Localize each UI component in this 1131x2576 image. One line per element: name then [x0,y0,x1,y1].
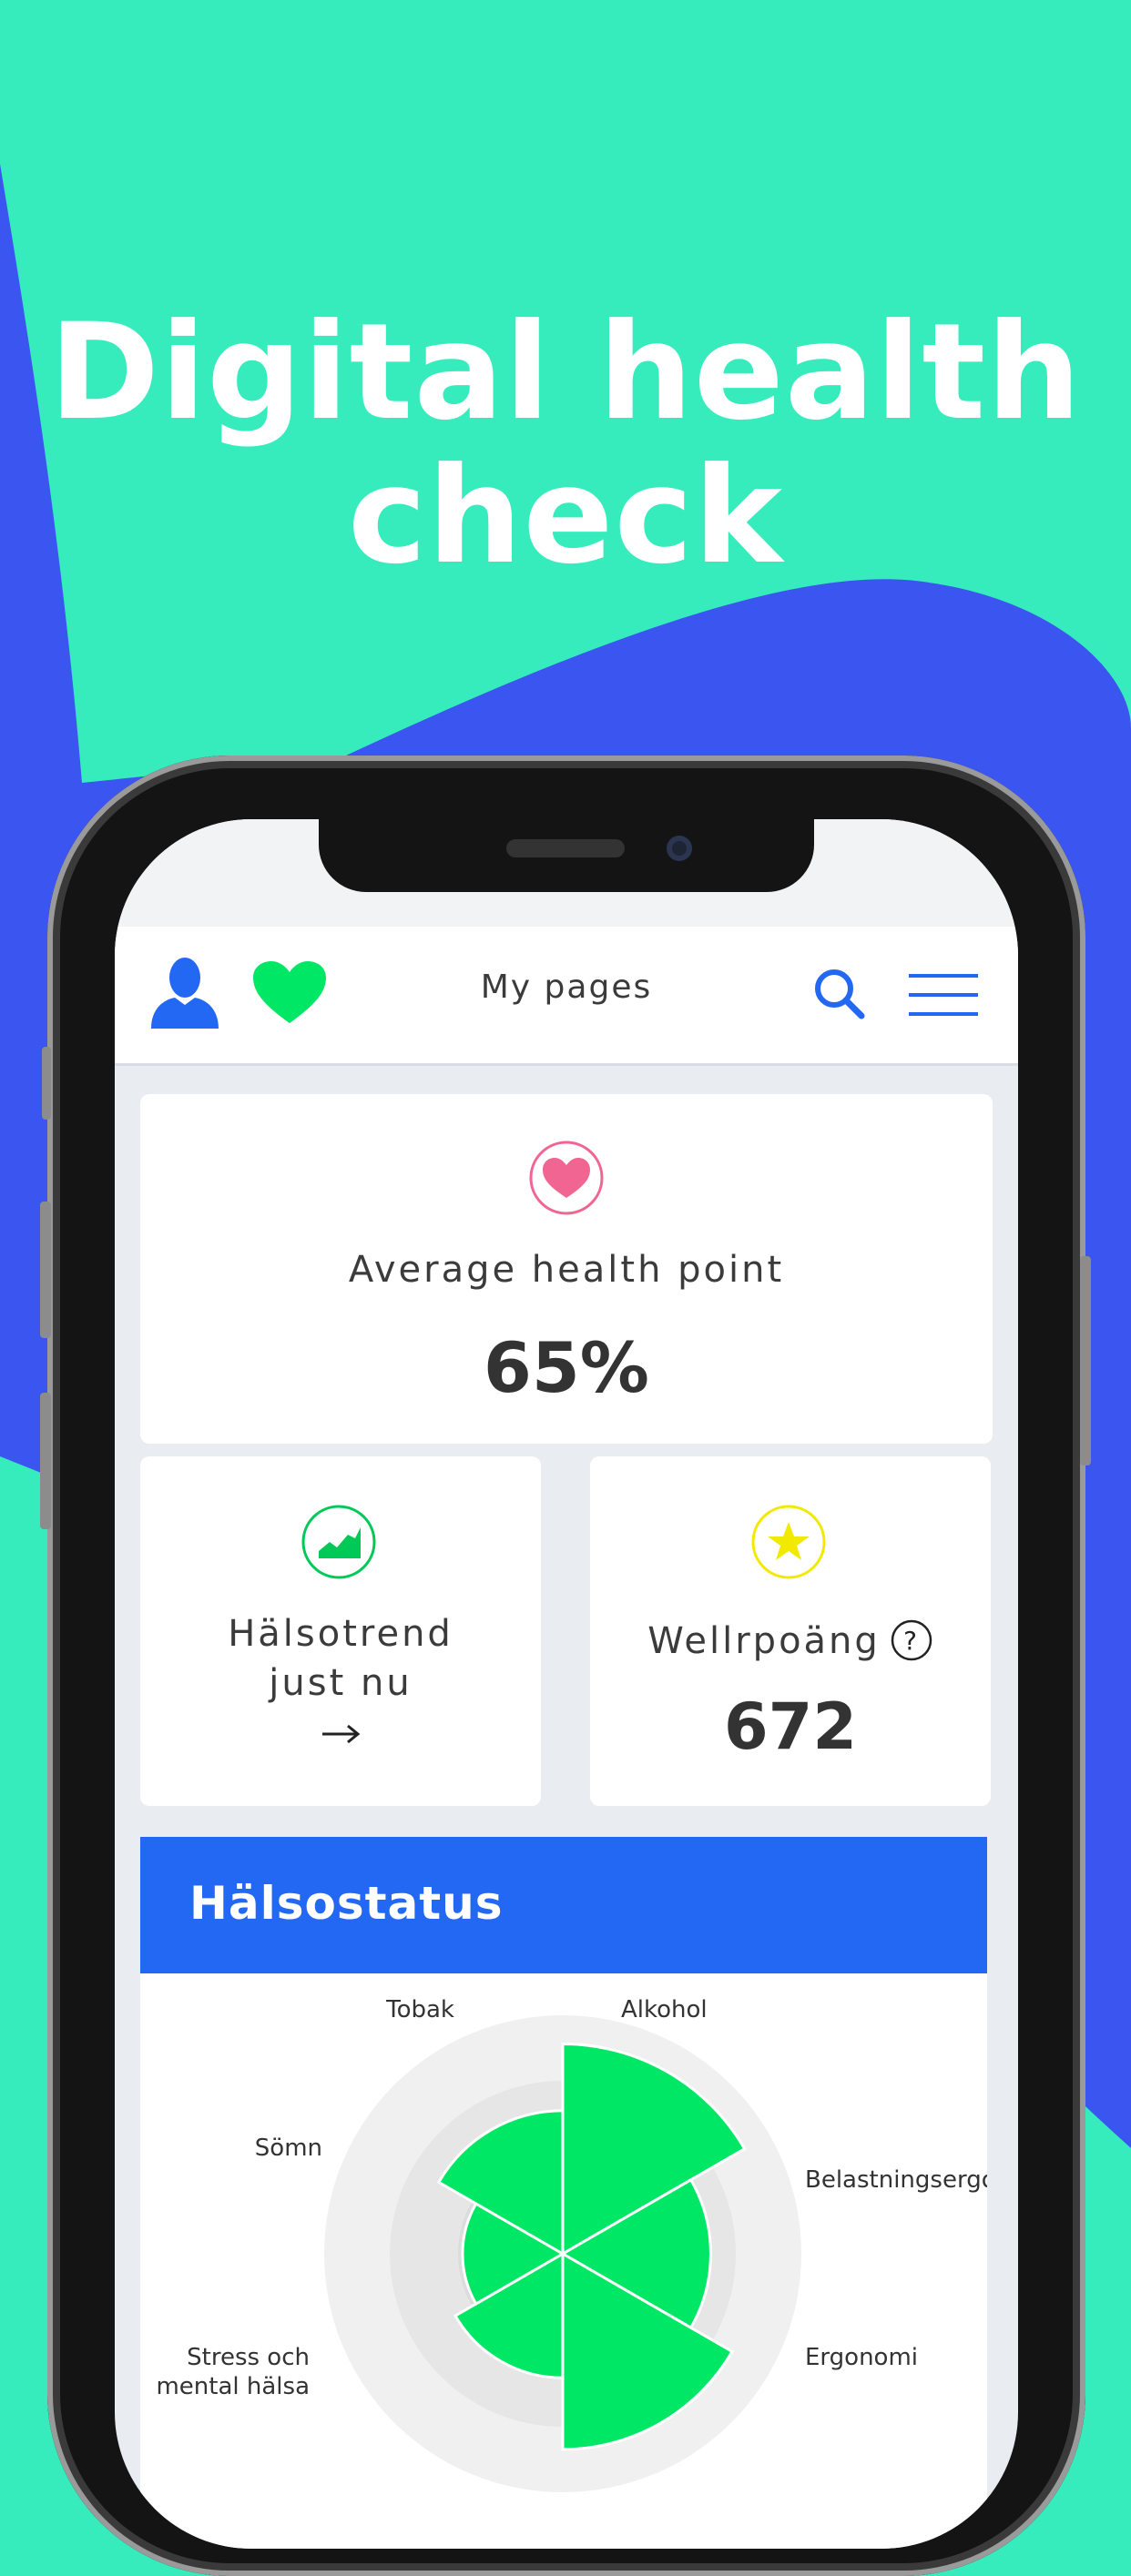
phone-volume-up [40,1202,51,1338]
wellr-points-label: Wellrpoäng [647,1620,881,1662]
heart-icon [529,1141,604,1215]
phone-speaker [506,839,625,857]
heart-icon[interactable] [251,959,328,1025]
user-icon[interactable] [148,956,222,1029]
hero-title-line2: check [347,439,784,593]
phone-volume-down [40,1393,51,1529]
chart-label-6: Sömn [255,2135,322,2162]
phone-side-button [42,1047,51,1120]
average-health-value: 65% [484,1327,649,1408]
chart-label-1: Tobak [385,1996,454,2023]
wellr-points-card[interactable]: Wellrpoäng ? 672 [590,1456,991,1806]
star-icon [751,1505,826,1579]
chart-label-2: Alkohol [621,1996,708,2023]
chart-label-5: Stress och mental hälsa [156,2344,310,2400]
hero-title-line1: Digital health [48,295,1083,450]
wellr-points-label-row: Wellrpoäng ? [590,1618,991,1662]
health-trend-label: Hälsotrend just nu [140,1609,541,1708]
phone-power-button [1080,1256,1091,1465]
health-status-panel: Hälsostatus Tobak Alkohol Belastningsergo E… [140,1837,987,2549]
help-icon-glyph: ? [903,1626,920,1656]
phone-camera [667,836,692,861]
phone-screen: My pages Average health point 65% Hälsot… [115,819,1018,2549]
average-health-card[interactable]: Average health point 65% [140,1094,993,1444]
health-trend-line2: just nu [269,1662,413,1704]
search-icon[interactable] [812,967,865,1019]
hero-title: Digital health check [0,300,1131,588]
chart-label-4: Ergonomi [805,2344,918,2371]
health-status-title: Hälsostatus [189,1877,504,1930]
health-status-chart: Tobak Alkohol Belastningsergo Ergonomi Stres… [156,1996,987,2492]
trend-chart-icon [301,1505,376,1579]
health-trend-line1: Hälsotrend [228,1613,453,1655]
health-trend-card[interactable]: Hälsotrend just nu [140,1456,541,1806]
average-health-label: Average health point [348,1249,785,1291]
help-icon[interactable]: ? [890,1618,933,1662]
app-header: My pages [115,927,1018,1066]
header-title: My pages [480,969,653,1006]
chart-label-3: Belastningsergo [805,2166,987,2194]
wellr-points-value: 672 [723,1689,858,1764]
menu-icon[interactable] [909,972,978,1018]
health-status-header: Hälsostatus [140,1837,987,1973]
arrow-right-icon[interactable] [319,1720,362,1748]
